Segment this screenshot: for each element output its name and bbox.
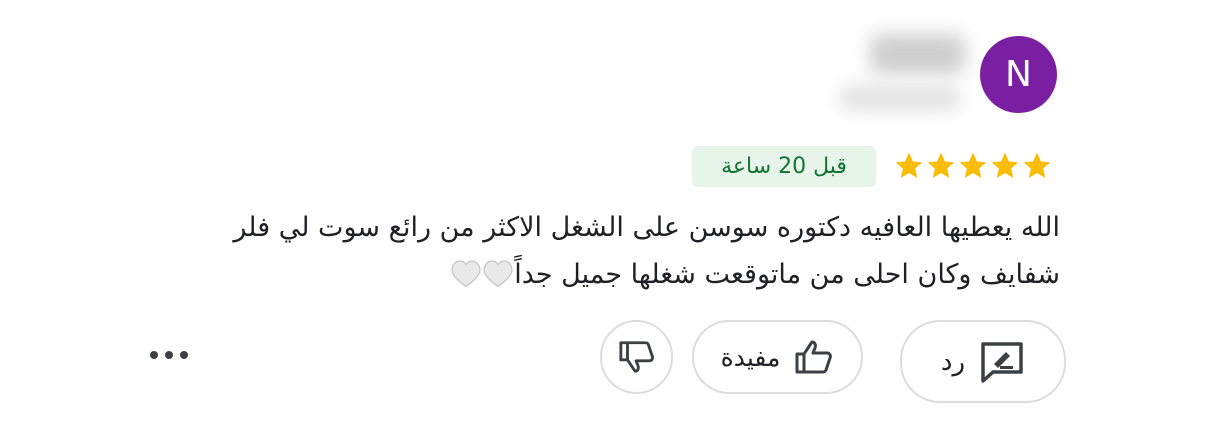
not-helpful-button[interactable]: [600, 320, 673, 394]
reviewer-meta-redacted: [840, 86, 960, 110]
avatar-letter: N: [1005, 54, 1032, 95]
star-icon: [1023, 152, 1051, 178]
thumbs-down-icon: [618, 341, 654, 373]
reply-button[interactable]: رد: [900, 320, 1066, 403]
reply-icon: [981, 341, 1023, 383]
reply-label: رد: [940, 346, 966, 377]
helpful-label: مفيدة: [720, 342, 781, 372]
reviewer-name-redacted: [870, 34, 965, 74]
star-icon: [895, 152, 923, 178]
time-badge: قبل 20 ساعة: [692, 146, 876, 187]
review-line-2: شفايف وكان احلى من ماتوقعت شغلها جميل جد…: [160, 251, 1060, 298]
avatar[interactable]: N: [980, 36, 1057, 113]
review-text: الله يعطيها العافيه دكتوره سوسن على الشغ…: [160, 204, 1060, 298]
review-line-2-text: شفايف وكان احلى من ماتوقعت شغلها جميل جد…: [514, 259, 1060, 290]
review-line-1: الله يعطيها العافيه دكتوره سوسن على الشغ…: [233, 212, 1060, 243]
more-icon: [150, 351, 188, 359]
star-icon: [959, 152, 987, 178]
white-heart-icon: [483, 260, 513, 288]
star-icon: [927, 152, 955, 178]
helpful-button[interactable]: مفيدة: [692, 320, 863, 394]
thumbs-up-icon: [795, 340, 833, 374]
more-options-button[interactable]: [146, 340, 192, 370]
star-icon: [991, 152, 1019, 178]
star-rating: [893, 146, 1053, 186]
white-heart-icon: [451, 260, 481, 288]
